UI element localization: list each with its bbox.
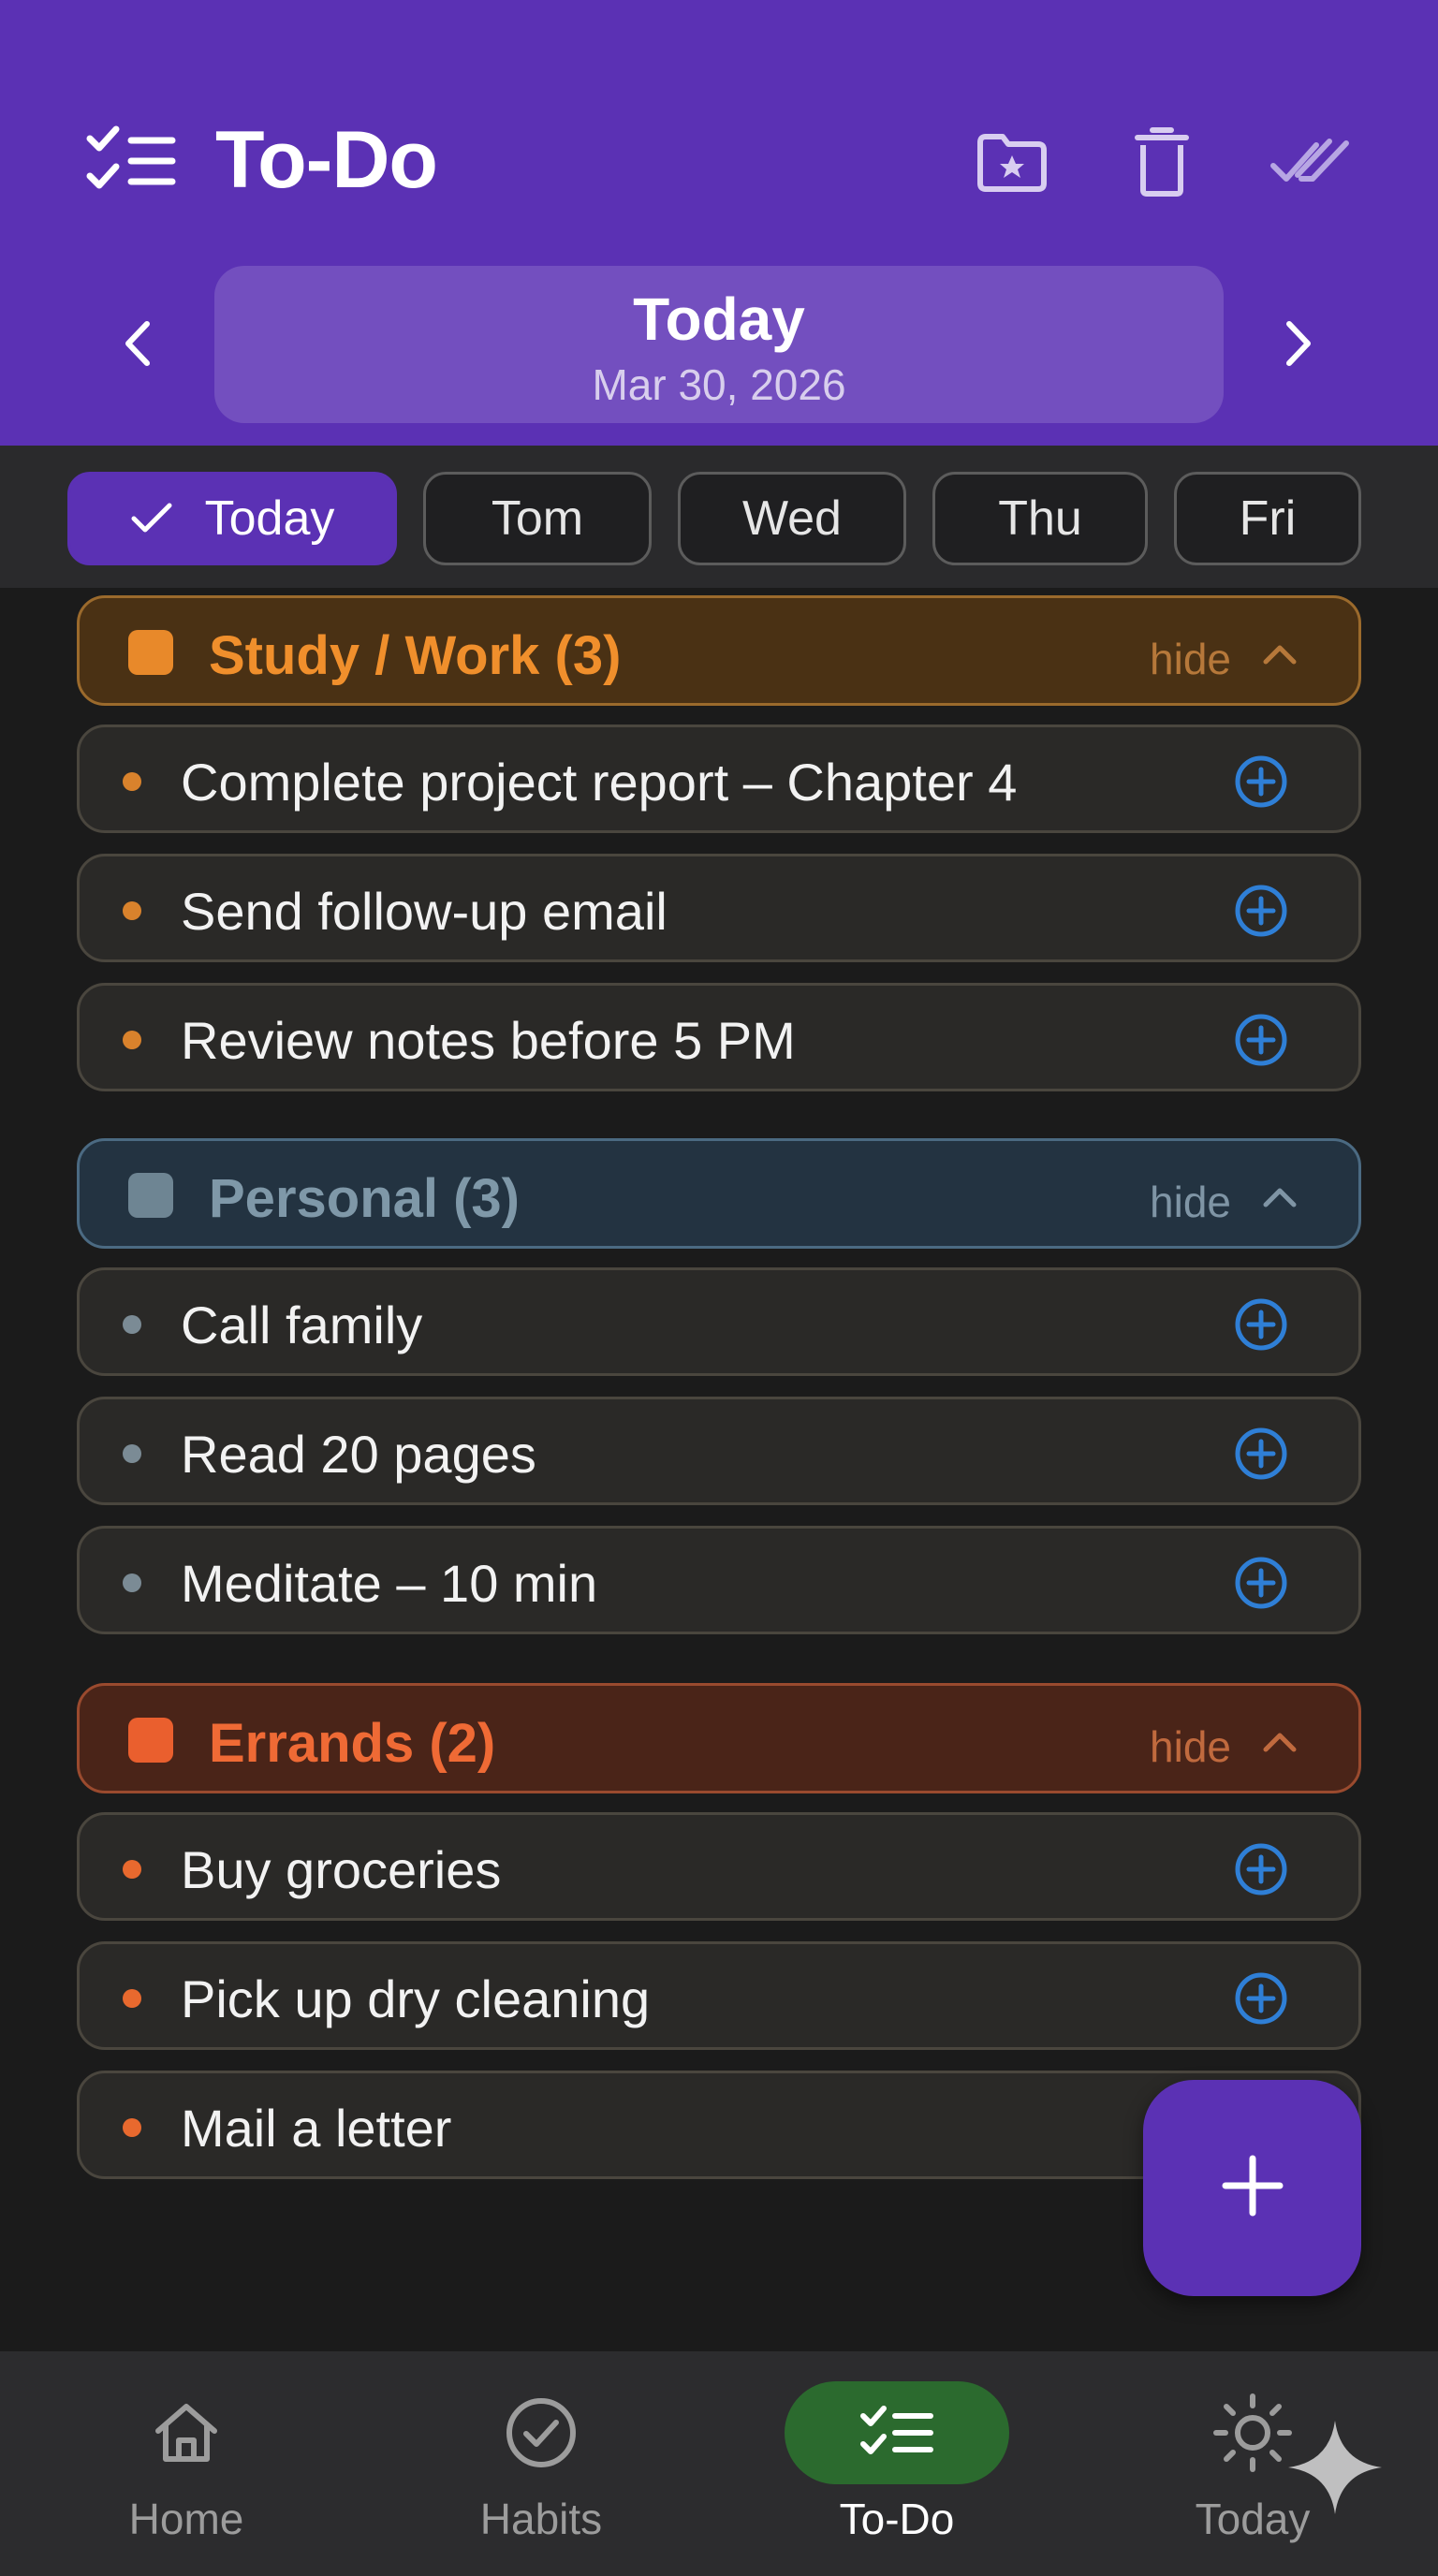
day-tab-tom[interactable]: Tom — [423, 472, 652, 565]
double-check-icon — [1269, 134, 1354, 195]
task-row[interactable]: Review notes before 5 PM — [77, 983, 1361, 1091]
hide-toggle[interactable]: hide — [1150, 634, 1231, 684]
nav-item-todo[interactable]: To-Do — [756, 2368, 1037, 2555]
home-icon — [74, 2381, 299, 2484]
app-header: To-Do Today Mar 30, 2026 — [0, 0, 1438, 446]
task-title: Mail a letter — [181, 2099, 452, 2158]
add-task-button[interactable] — [1143, 2080, 1361, 2296]
task-bullet — [123, 1444, 141, 1463]
chevron-left-icon — [121, 320, 154, 372]
task-bullet — [123, 1989, 141, 2008]
todo-screen: To-Do Today Mar 30, 2026 Today Tom Wed T… — [0, 0, 1438, 2576]
trash-icon — [1134, 126, 1190, 202]
add-subtask-icon[interactable] — [1233, 1555, 1289, 1611]
task-row[interactable]: Pick up dry cleaning — [77, 1941, 1361, 2050]
task-row[interactable]: Read 20 pages — [77, 1397, 1361, 1505]
nav-label: To-Do — [839, 2495, 955, 2543]
group-header-errands[interactable]: Errands (2) hide — [77, 1683, 1361, 1793]
day-tab-label: Today — [204, 491, 335, 546]
nav-item-home[interactable]: Home — [46, 2368, 327, 2555]
chevron-up-icon[interactable] — [1259, 1721, 1300, 1763]
page-title: To-Do — [215, 115, 438, 205]
nav-label: Home — [128, 2495, 244, 2543]
checklist-icon — [785, 2381, 1009, 2484]
chevron-up-icon[interactable] — [1259, 1177, 1300, 1218]
chevron-right-icon — [1282, 320, 1315, 372]
task-row[interactable]: Meditate – 10 min — [77, 1526, 1361, 1634]
task-bullet — [123, 1031, 141, 1049]
header-toolbar: To-Do — [0, 103, 1438, 215]
previous-day-button[interactable] — [95, 303, 180, 388]
task-row[interactable]: Buy groceries — [77, 1812, 1361, 1921]
task-row[interactable]: Send follow-up email — [77, 854, 1361, 962]
add-subtask-icon[interactable] — [1233, 1970, 1289, 2027]
group-color-swatch — [128, 1718, 173, 1763]
add-subtask-icon[interactable] — [1233, 1841, 1289, 1897]
group-color-swatch — [128, 630, 173, 675]
date-label: Today — [633, 285, 805, 353]
day-tab-label: Fri — [1239, 491, 1297, 546]
task-title: Pick up dry cleaning — [181, 1969, 651, 2028]
group-title: Study / Work (3) — [209, 625, 622, 686]
task-title: Send follow-up email — [181, 882, 668, 941]
task-title: Complete project report – Chapter 4 — [181, 753, 1018, 812]
add-subtask-icon[interactable] — [1233, 1012, 1289, 1068]
bottom-navigation: Home Habits To-Do Today — [0, 2351, 1438, 2576]
chevron-up-icon[interactable] — [1259, 634, 1300, 675]
starred-folder-icon — [975, 129, 1049, 199]
task-bullet — [123, 1573, 141, 1592]
add-subtask-icon[interactable] — [1233, 754, 1289, 810]
day-tab-thu[interactable]: Thu — [932, 472, 1148, 565]
day-tab-label: Wed — [742, 491, 842, 546]
task-bullet — [123, 1315, 141, 1334]
checklist-icon — [86, 124, 176, 198]
check-icon — [130, 502, 173, 535]
add-subtask-icon[interactable] — [1233, 883, 1289, 939]
day-tab-fri[interactable]: Fri — [1174, 472, 1361, 565]
task-title: Buy groceries — [181, 1840, 502, 1899]
add-subtask-icon[interactable] — [1233, 1296, 1289, 1353]
task-row[interactable]: Call family — [77, 1267, 1361, 1376]
task-bullet — [123, 2118, 141, 2137]
day-tab-wed[interactable]: Wed — [678, 472, 906, 565]
task-title: Call family — [181, 1295, 423, 1354]
group-title: Personal (3) — [209, 1168, 520, 1229]
starred-folder-button[interactable] — [970, 122, 1054, 206]
task-bullet — [123, 772, 141, 791]
delete-button[interactable] — [1120, 122, 1204, 206]
nav-label: Habits — [479, 2495, 603, 2543]
task-title: Review notes before 5 PM — [181, 1011, 796, 1070]
date-selector[interactable]: Today Mar 30, 2026 — [214, 266, 1224, 423]
day-tab-today[interactable]: Today — [67, 472, 397, 565]
group-header-personal[interactable]: Personal (3) hide — [77, 1138, 1361, 1249]
task-row[interactable]: Complete project report – Chapter 4 — [77, 724, 1361, 833]
date-subtitle: Mar 30, 2026 — [592, 360, 846, 409]
mark-all-done-button[interactable] — [1269, 122, 1354, 206]
nav-item-habits[interactable]: Habits — [401, 2368, 682, 2555]
task-bullet — [123, 1860, 141, 1879]
group-header-study-work[interactable]: Study / Work (3) hide — [77, 595, 1361, 706]
day-tab-label: Tom — [491, 491, 584, 546]
group-title: Errands (2) — [209, 1713, 496, 1774]
next-day-button[interactable] — [1256, 303, 1341, 388]
task-title: Meditate – 10 min — [181, 1554, 598, 1613]
day-tab-label: Thu — [998, 491, 1082, 546]
day-tabs: Today Tom Wed Thu Fri — [0, 446, 1438, 588]
group-color-swatch — [128, 1173, 173, 1218]
check-circle-icon — [429, 2381, 653, 2484]
add-subtask-icon[interactable] — [1233, 1426, 1289, 1482]
task-bullet — [123, 901, 141, 920]
hide-toggle[interactable]: hide — [1150, 1177, 1231, 1227]
plus-icon — [1220, 2153, 1285, 2223]
sparkle-icon — [1286, 2419, 1384, 2516]
hide-toggle[interactable]: hide — [1150, 1721, 1231, 1772]
task-title: Read 20 pages — [181, 1425, 536, 1484]
date-navigator: Today Mar 30, 2026 — [0, 266, 1438, 423]
